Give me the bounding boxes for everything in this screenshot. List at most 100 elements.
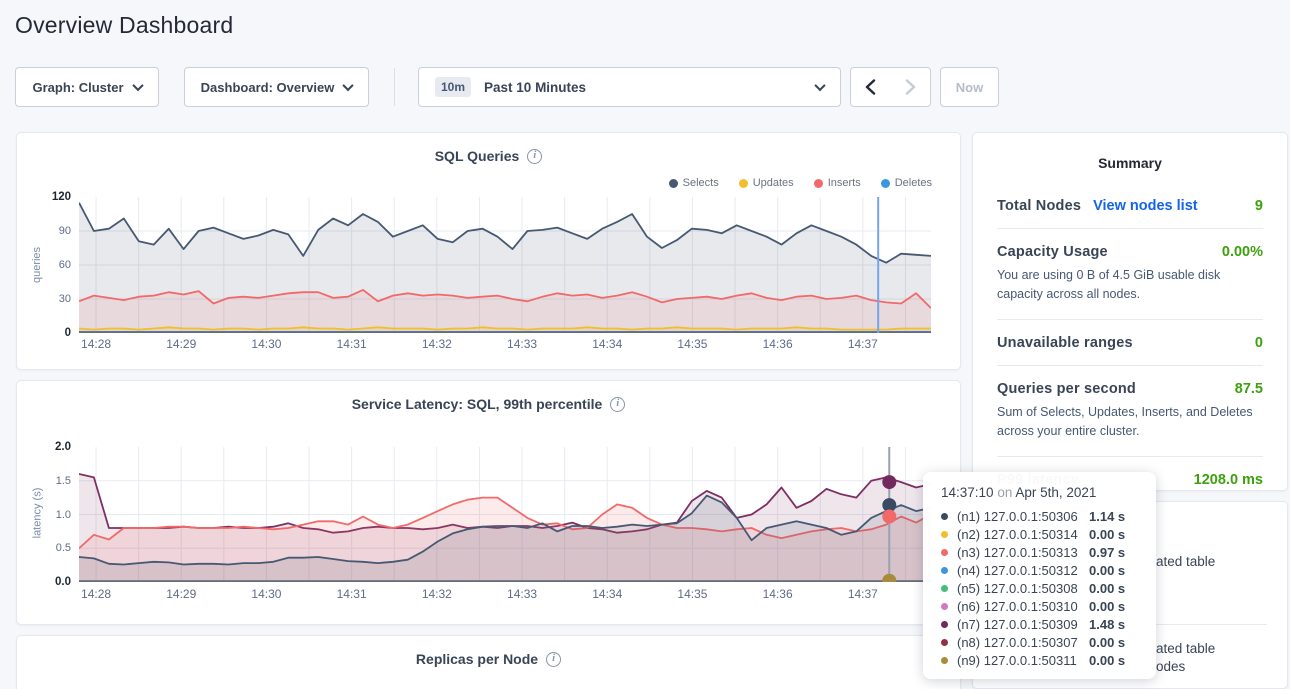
legend-label: Updates bbox=[753, 177, 794, 189]
node-color-dot-icon bbox=[941, 549, 948, 556]
service-latency-chart-title: Service Latency: SQL, 99th percentile bbox=[352, 396, 603, 412]
service-latency-chart-card: Service Latency: SQL, 99th percentile i … bbox=[16, 380, 961, 625]
info-icon[interactable]: i bbox=[610, 397, 625, 412]
x-axis-tick: 14:35 bbox=[677, 587, 707, 601]
x-axis-tick: 14:28 bbox=[81, 337, 111, 351]
replicas-per-node-chart-title: Replicas per Node bbox=[416, 651, 538, 667]
y-axis-tick: 0.5 bbox=[56, 542, 71, 554]
replicas-per-node-chart-card: Replicas per Node i bbox=[16, 635, 961, 689]
x-axis-tick: 14:29 bbox=[166, 587, 196, 601]
tooltip-node-row: (n1) 127.0.0.1:503061.14 s bbox=[941, 507, 1156, 525]
summary-metric-label: Queries per second bbox=[997, 381, 1136, 397]
node-color-dot-icon bbox=[941, 603, 948, 610]
now-button[interactable]: Now bbox=[940, 67, 999, 107]
summary-panel: Summary Total NodesView nodes list9Capac… bbox=[972, 132, 1288, 491]
summary-metric-value: 1208.0 ms bbox=[1194, 472, 1263, 488]
x-axis-tick: 14:34 bbox=[592, 587, 622, 601]
dashboard-dropdown[interactable]: Dashboard: Overview bbox=[184, 67, 369, 107]
x-axis-ticks: 14:2814:2914:3014:3114:3214:3314:3414:35… bbox=[79, 337, 931, 353]
sql-queries-plot-area[interactable] bbox=[79, 197, 931, 333]
tooltip-node-row: (n4) 127.0.0.1:503120.00 s bbox=[941, 561, 1156, 579]
legend-item-inserts: Inserts bbox=[814, 177, 861, 189]
tooltip-node-address: (n9) 127.0.0.1:50311 bbox=[957, 653, 1089, 668]
chevron-left-icon bbox=[865, 79, 876, 95]
event-item-text-fragment: ated table bbox=[1156, 641, 1215, 656]
summary-row-header: Queries per second 87.5 bbox=[997, 381, 1263, 397]
tooltip-node-rows: (n1) 127.0.0.1:503061.14 s(n2) 127.0.0.1… bbox=[941, 507, 1156, 669]
summary-row: Queries per second 87.5 Sum of Selects, Up… bbox=[997, 365, 1263, 456]
summary-rows: Total NodesView nodes list9Capacity Usag… bbox=[997, 183, 1263, 502]
summary-row-header: Total Nodes View nodes list 9 bbox=[997, 198, 1263, 214]
info-icon[interactable]: i bbox=[527, 149, 542, 164]
y-axis-tick: 2.0 bbox=[55, 441, 71, 453]
legend-dot-icon bbox=[881, 179, 890, 188]
node-color-dot-icon bbox=[941, 639, 948, 646]
tooltip-node-row: (n7) 127.0.0.1:503091.48 s bbox=[941, 615, 1156, 633]
chart-hover-tooltip: 14:37:10 on Apr 5th, 2021 (n1) 127.0.0.1… bbox=[923, 472, 1156, 679]
tooltip-node-value: 0.00 s bbox=[1089, 599, 1125, 614]
x-axis-tick: 14:37 bbox=[848, 337, 878, 351]
tooltip-node-value: 0.00 s bbox=[1089, 527, 1125, 542]
node-color-dot-icon bbox=[941, 657, 948, 664]
chart-title-row: Service Latency: SQL, 99th percentile i bbox=[17, 396, 960, 412]
chevron-down-icon bbox=[343, 80, 354, 91]
x-axis-tick: 14:29 bbox=[166, 337, 196, 351]
summary-metric-description: You are using 0 B of 4.5 GiB usable disk… bbox=[997, 266, 1263, 305]
tooltip-node-address: (n4) 127.0.0.1:50312 bbox=[957, 563, 1089, 578]
summary-metric-description: Sum of Selects, Updates, Inserts, and De… bbox=[997, 403, 1263, 442]
tooltip-node-address: (n8) 127.0.0.1:50307 bbox=[957, 635, 1089, 650]
y-axis-tick: 90 bbox=[59, 225, 71, 237]
summary-metric-value: 9 bbox=[1255, 198, 1263, 214]
x-axis-tick: 14:35 bbox=[677, 337, 707, 351]
y-axis-ticks: 0306090120 bbox=[17, 197, 71, 333]
node-color-dot-icon bbox=[941, 567, 948, 574]
tooltip-node-value: 1.14 s bbox=[1089, 509, 1125, 524]
view-nodes-list-link[interactable]: View nodes list bbox=[1093, 198, 1198, 214]
y-axis-tick: 1.0 bbox=[56, 509, 71, 521]
tooltip-node-row: (n5) 127.0.0.1:503080.00 s bbox=[941, 579, 1156, 597]
tooltip-node-value: 0.00 s bbox=[1089, 653, 1125, 668]
service-latency-plot-area[interactable] bbox=[79, 447, 931, 582]
graph-dropdown[interactable]: Graph: Cluster bbox=[15, 67, 159, 107]
time-next-button[interactable] bbox=[890, 67, 931, 107]
tooltip-node-address: (n6) 127.0.0.1:50310 bbox=[957, 599, 1089, 614]
tooltip-timestamp: 14:37:10 on Apr 5th, 2021 bbox=[941, 485, 1156, 500]
sql-queries-chart-title: SQL Queries bbox=[435, 148, 520, 164]
x-axis-tick: 14:31 bbox=[337, 337, 367, 351]
summary-title: Summary bbox=[997, 147, 1263, 183]
tooltip-node-row: (n6) 127.0.0.1:503100.00 s bbox=[941, 597, 1156, 615]
summary-row: Unavailable ranges0 bbox=[997, 319, 1263, 365]
y-axis-tick: 1.5 bbox=[56, 475, 71, 487]
chevron-right-icon bbox=[905, 79, 916, 95]
node-color-dot-icon bbox=[941, 513, 948, 520]
legend-label: Inserts bbox=[828, 177, 861, 189]
node-color-dot-icon bbox=[941, 585, 948, 592]
time-range-dropdown[interactable]: 10m Past 10 Minutes bbox=[418, 67, 841, 107]
tooltip-node-address: (n3) 127.0.0.1:50313 bbox=[957, 545, 1089, 560]
node-color-dot-icon bbox=[941, 531, 948, 538]
y-axis-tick: 60 bbox=[59, 259, 71, 271]
tooltip-node-row: (n8) 127.0.0.1:503070.00 s bbox=[941, 633, 1156, 651]
chevron-down-icon bbox=[132, 80, 143, 91]
graph-dropdown-label: Graph: Cluster bbox=[32, 80, 123, 95]
summary-metric-value: 87.5 bbox=[1235, 381, 1263, 397]
time-prev-button[interactable] bbox=[850, 67, 891, 107]
x-axis-tick: 14:32 bbox=[422, 337, 452, 351]
chevron-down-icon bbox=[814, 80, 825, 91]
time-range-label: Past 10 Minutes bbox=[484, 80, 586, 95]
chart-title-row: SQL Queries i bbox=[17, 148, 960, 164]
tooltip-node-address: (n1) 127.0.0.1:50306 bbox=[957, 509, 1089, 524]
info-icon[interactable]: i bbox=[546, 652, 561, 667]
x-axis-ticks: 14:2814:2914:3014:3114:3214:3314:3414:35… bbox=[79, 587, 931, 603]
tooltip-node-row: (n2) 127.0.0.1:503140.00 s bbox=[941, 525, 1156, 543]
y-axis-tick: 30 bbox=[59, 293, 71, 305]
node-color-dot-icon bbox=[941, 621, 948, 628]
summary-metric-label: Total Nodes bbox=[997, 198, 1081, 214]
legend-item-updates: Updates bbox=[739, 177, 794, 189]
overview-dashboard-screen: Overview Dashboard Graph: Cluster Dashbo… bbox=[0, 0, 1290, 689]
legend-dot-icon bbox=[739, 179, 748, 188]
x-axis-tick: 14:36 bbox=[763, 587, 793, 601]
toolbar-divider bbox=[394, 68, 395, 106]
legend-dot-icon bbox=[814, 179, 823, 188]
tooltip-node-address: (n5) 127.0.0.1:50308 bbox=[957, 581, 1089, 596]
